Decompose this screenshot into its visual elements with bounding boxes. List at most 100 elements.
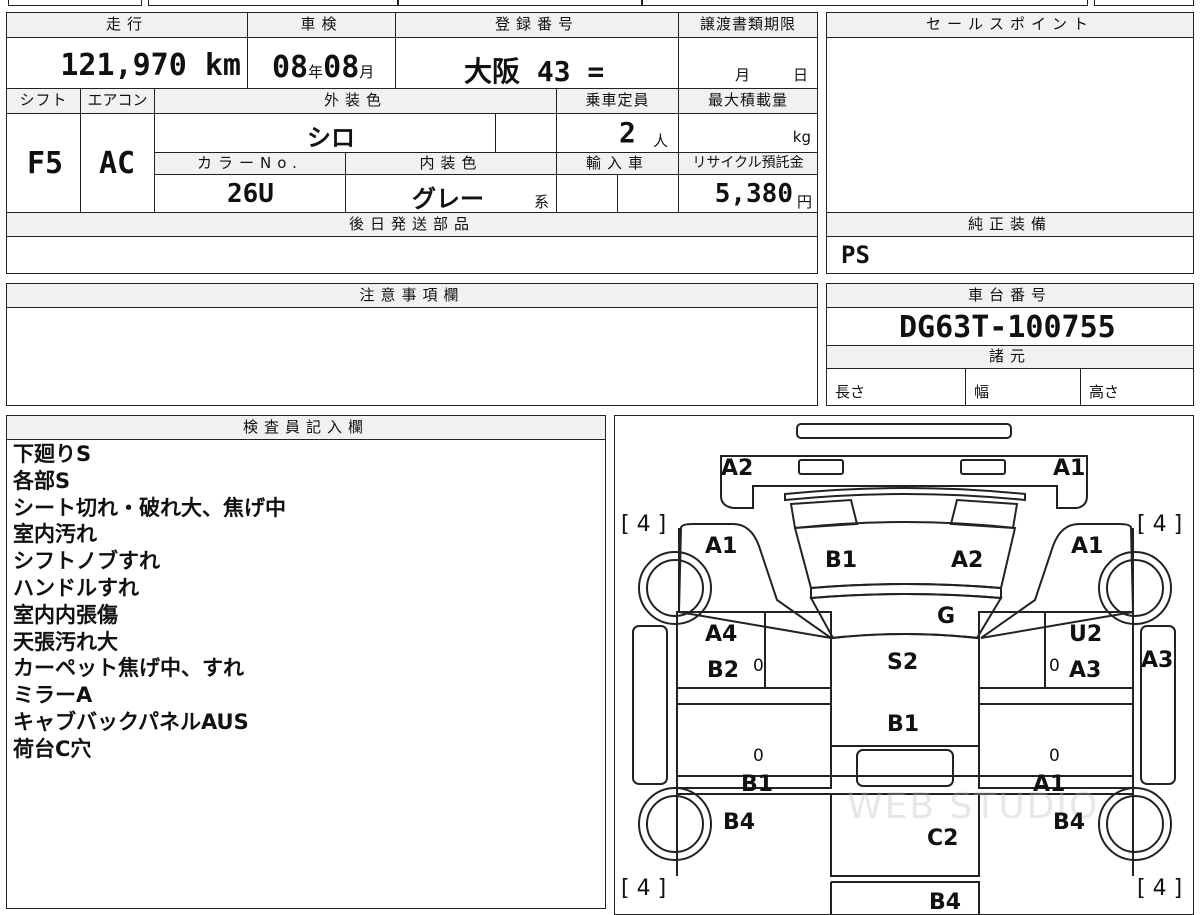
transfer-deadline-header: 譲渡書類期限 [678,12,818,38]
inspection-month: 08 [323,50,360,85]
label-right-door-a: A3 [1069,658,1102,683]
inspector-note: シート切れ・破れ大、焦げ中 [13,495,286,520]
transfer-day-unit: 日 [793,66,809,84]
interior-color-header: 内装色 [345,152,557,175]
spec-height-cell: 高さ [1080,368,1194,406]
sales-point-header: セールスポイント [826,12,1194,38]
spec-height-label: 高さ [1089,383,1120,401]
label-left-door-b: B2 [707,658,740,683]
capacity-value: 2 [619,116,636,149]
label-right-step: A1 [1033,772,1066,797]
tire-mark-front-right: [ 4 ] [1137,512,1183,537]
inspector-note: ミラーA [13,683,93,708]
mileage-unit: km [204,48,241,83]
interior-color-cell: グレー 系 [345,174,557,213]
year-unit: 年 [308,63,324,81]
inspector-note: ハンドルすれ [13,575,139,600]
inspector-note: 天張汚れ大 [13,629,118,654]
label-left-front-fender: A1 [705,534,738,559]
chassis-header: 車台番号 [826,283,1194,308]
transfer-deadline-cell: 月 日 [678,37,818,89]
label-right-front-fender: A1 [1071,534,1104,559]
recycle-header: リサイクル預託金 [678,152,818,175]
recycle-unit: 円 [796,193,812,211]
max-load-cell: kg [678,113,818,153]
spec-width-cell: 幅 [965,368,1081,406]
inspection-year: 08 [272,50,309,85]
inspector-header: 検査員記入欄 [6,415,606,440]
import-cell-a [556,174,618,213]
transfer-month-unit: 月 [735,66,751,84]
mileage-value: 121,970 [60,48,187,83]
genuine-equipment-header: 純正装備 [826,212,1194,237]
max-load-header: 最大積載量 [678,88,818,114]
label-windshield: G [937,604,956,629]
tire-mark-front-left: [ 4 ] [621,512,667,537]
inspector-note: 下廻りS [13,442,92,466]
capacity-cell: 2 人 [556,113,679,153]
shift-cell: F5 [6,113,81,213]
exterior-color-value: シロ [307,124,355,152]
label-hood-left: B1 [825,548,858,573]
exterior-color-extra [495,113,557,153]
chassis-cell: DG63T-100755 [826,307,1194,346]
registration-cell: 大阪 43 = 5776 [395,37,679,89]
zero-mark-left-lower: 0 [753,746,764,766]
registration-header: 登録番号 [395,12,679,38]
exterior-color-header: 外装色 [154,88,557,114]
notes-body [6,307,818,406]
inspector-notes-body: 下廻りS 各部S シート切れ・破れ大、焦げ中 室内汚れ シフトノブすれ ハンドル… [6,439,606,909]
inspector-note: 荷台C穴 [13,736,92,761]
damage-diagram-panel: WEB STUDIO [ 4 ] [ 4 ] [ 4 ] [ 4 ] 0 0 0… [614,415,1194,915]
registration-number: 大阪 43 = 5776 [464,55,605,88]
capacity-header: 乗車定員 [556,88,679,114]
label-front-bumper-left: A2 [721,456,754,481]
shift-value: F5 [27,146,64,181]
zero-mark-right-lower: 0 [1049,746,1060,766]
month-unit: 月 [359,63,375,81]
label-roof: S2 [887,650,919,675]
interior-color-suffix: 系 [534,193,550,211]
recycle-cell: 5,380 円 [678,174,818,213]
sales-point-body [826,37,1194,213]
label-left-rear: B4 [723,810,756,835]
top-stub-5 [1094,0,1194,6]
capacity-unit: 人 [653,132,669,150]
label-left-door-a: A4 [705,622,738,647]
top-stub-3 [398,0,642,6]
inspector-note: 室内内張傷 [13,602,118,627]
exterior-color-cell: シロ [154,113,496,153]
zero-mark-right-door: 0 [1049,656,1060,676]
spec-width-label: 幅 [974,383,990,401]
later-parts-body [6,236,818,274]
recycle-value: 5,380 [714,179,793,209]
label-tailgate: B4 [929,890,962,915]
label-right-door-u: U2 [1069,622,1103,647]
later-parts-header: 後日発送部品 [6,212,818,237]
color-no-value: 26U [227,179,274,209]
aircon-header: エアコン [80,88,155,114]
genuine-equipment-value: PS [841,241,870,269]
chassis-number: DG63T-100755 [899,310,1116,345]
aircon-cell: AC [80,113,155,213]
notes-header: 注意事項欄 [6,283,818,308]
import-cell-b [617,174,679,213]
label-bed: C2 [927,826,959,851]
label-left-step: B1 [741,772,774,797]
top-stub-2 [148,0,398,6]
top-stub-4 [642,0,1088,6]
label-front-bumper-right: A1 [1053,456,1086,481]
specs-header: 諸元 [826,345,1194,369]
inspector-note: 各部S [13,468,71,493]
color-no-header: カラーNo. [154,152,346,175]
inspector-note: シフトノブすれ [13,549,160,574]
label-right-rear: B4 [1053,810,1086,835]
top-stub-1 [8,0,142,6]
mileage-header: 走行 [6,12,248,38]
zero-mark-left-door: 0 [753,656,764,676]
mileage-cell: 121,970 km [6,37,248,89]
spec-length-label: 長さ [835,383,866,401]
interior-color-value: グレー [412,185,484,213]
inspector-note: キャブバックパネルAUS [13,709,249,734]
aircon-value: AC [99,146,136,181]
